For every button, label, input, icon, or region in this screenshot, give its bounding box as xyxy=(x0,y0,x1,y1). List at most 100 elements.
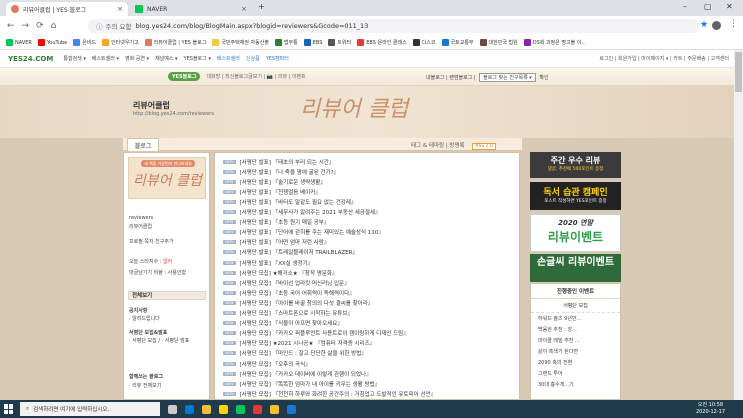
post-title[interactable]: [서평단 발표] 『XX실 생정기』 xyxy=(240,259,314,267)
event-item[interactable]: 2090 축의 전환 xyxy=(531,357,620,368)
post-title[interactable]: [서평단 발표] 『나 죽을 명애 굴된 건가?』 xyxy=(240,168,340,176)
post-title[interactable]: [서평단 발표] 『초등 원기 매일 공부』 xyxy=(240,218,330,226)
post-title[interactable]: [서평단 모집] ★2021 시나공★ 『컴퓨터 자격증 시리즈』 xyxy=(240,339,376,347)
nav-item[interactable]: 베스트셀러 xyxy=(217,55,240,62)
nav-item[interactable]: 신상품 xyxy=(246,55,260,62)
profile-actions[interactable]: 프로필 쪽지 친구추가 xyxy=(129,238,174,245)
post-title[interactable]: [서평단 모집] 『카카오 퍼플루언트 사용트로이 캠이링하게 디재인 드림』 xyxy=(240,329,409,337)
word-icon[interactable] xyxy=(287,404,296,414)
blog-title[interactable]: 리뷰어클럽 xyxy=(133,100,170,111)
back-icon[interactable]: ← xyxy=(7,21,15,31)
nav-item[interactable]: 베스트셀러 ▾ xyxy=(92,55,119,62)
post-title[interactable]: [서평단 모집] 『카카오 데이버에 이렇게 관행이 되었나』 xyxy=(240,370,372,378)
post-item[interactable]: NEW [서평단 모집] 『카카오 퍼플루언트 사용트로이 캠이링하게 디재인 드… xyxy=(223,329,409,338)
app-icon[interactable] xyxy=(236,404,245,414)
menu-icon[interactable]: ⋮ xyxy=(729,19,738,29)
post-item[interactable]: NEW [서평단 발표] 『XX실 생정기』 xyxy=(223,258,313,267)
post-title[interactable]: [서평단 모집] 『마인드 : 잘고 단단한 삶을 위한 방법』 xyxy=(240,349,367,357)
post-item[interactable]: NEW [서평단 모집] ★해거소★ 『창작 명문화』 xyxy=(223,268,337,277)
blog-links[interactable]: 대화방 | 최신블로그글보기 | 📷 | 리뷰 | 이벤트 xyxy=(206,73,305,80)
event-subheader[interactable]: 서평단 모집 xyxy=(531,299,620,313)
tab-reviewers-club[interactable]: 리뷰어클럽 | YES 블로그 × xyxy=(6,2,128,16)
close-tab-icon[interactable]: × xyxy=(117,5,123,13)
post-item[interactable]: NEW [서평단 모집] 『카카오 데이버에 이렇게 관행이 되었나』 xyxy=(223,369,372,378)
post-title[interactable]: [서평단 발표] 『어떤 엄마 저런 사람』 xyxy=(240,238,330,246)
tab-naver[interactable]: NAVER × xyxy=(130,2,252,16)
confirm-button[interactable]: 확인 xyxy=(539,75,548,81)
new-tab-button[interactable]: + xyxy=(258,2,265,11)
bookmark-item[interactable]: 리뷰어클럽 | YES 블로그 xyxy=(144,39,206,46)
bookmark-item[interactable]: DS회 과정은 명고볼 이... xyxy=(523,39,586,46)
clock[interactable]: 오전 10:58 2020-12-17 xyxy=(696,402,725,416)
post-title[interactable]: [서평단 모집] 『초등 국어 어휘력이 독해력이다』 xyxy=(240,289,355,297)
post-item[interactable]: NEW [서평단 발표] 『세무사가 알려주는 2021 부동산 세금절세』 xyxy=(223,208,381,217)
star-icon[interactable]: ★ xyxy=(700,20,708,30)
post-title[interactable]: [서평단 모집] 『천천히 하루와 화려한 공간주의 : 거침업고 도발적인 유… xyxy=(240,390,437,398)
rss-badge[interactable]: RSS 2.0 xyxy=(472,143,496,150)
bookmark-item[interactable]: 디스코 xyxy=(412,39,436,46)
edge-icon[interactable] xyxy=(185,404,194,414)
category-notice[interactable]: 공지사항 xyxy=(129,307,147,314)
yes24-logo[interactable]: YES24.COM xyxy=(8,55,53,63)
bookmark-item[interactable]: 법무통 xyxy=(274,39,298,46)
post-title[interactable]: [서평단 발표] 『세무사가 알려주는 2021 부동산 세금절세』 xyxy=(240,208,381,216)
post-item[interactable]: NEW [서평단 모집] 『천천히 하루와 화려한 공간주의 : 거침업고 도발적… xyxy=(223,389,436,398)
post-item[interactable]: NEW [서평단 발표] 『어떤 엄마 저런 사람』 xyxy=(223,238,329,247)
category-item[interactable]: · 알려드립니다 xyxy=(129,315,160,322)
post-item[interactable]: NEW [서평단 발표] 『트레일블레이저 TRAILBLAZER』 xyxy=(223,248,358,257)
nav-item[interactable]: 영화·공연 ▾ xyxy=(125,55,149,62)
bookmark-item[interactable]: 트위터 xyxy=(328,39,351,46)
post-item[interactable]: NEW [서평단 발표] 『초등 원기 매일 공부』 xyxy=(223,218,329,227)
nav-item[interactable]: YES캠퍼터 xyxy=(266,55,289,62)
avatar[interactable] xyxy=(712,21,721,30)
post-item[interactable]: NEW [서평단 모집] 『아이를 바꿀 창의의 다섯 결씨를 찾아라』 xyxy=(223,298,373,307)
post-item[interactable]: NEW [서평단 모집] 『똑똑한 엄마가 내 아이를 키우는 생활 방법』 xyxy=(223,379,380,388)
year-end-review-banner[interactable]: 2020 연말 리뷰이벤트 xyxy=(530,214,621,252)
post-title[interactable]: [서평단 발표] 『천쟁얼음 베이커』 xyxy=(240,188,321,196)
post-item[interactable]: NEW [서평단 발표] 『바터도 말같도 필요 없는 건강레』 xyxy=(223,197,356,206)
together-item[interactable]: · 리뷰 전체보기 xyxy=(129,382,161,389)
windows-start-icon[interactable] xyxy=(4,404,14,414)
bookmark-item[interactable]: YouTube xyxy=(37,39,67,46)
post-title[interactable]: [서평단 발표] 『술기로운 생략생활』 xyxy=(240,178,326,186)
category-review-group[interactable]: 서평단 모집&발표 xyxy=(129,329,167,336)
post-item[interactable]: NEW [서평단 모집] 『바이선 업라킷 머신러닝 입문』 xyxy=(223,278,350,287)
folder-icon[interactable] xyxy=(202,404,211,414)
bookmark-item[interactable]: 온비드 xyxy=(73,39,96,46)
post-title[interactable]: [서평단 발표] 『태초의 부러 되는 시간』 xyxy=(240,158,335,166)
event-item[interactable]: 하워드 슐츠 9년만... xyxy=(531,313,620,324)
post-title[interactable]: [서평단 모집] 『오후의 곡식』 xyxy=(240,360,311,368)
post-title[interactable]: [서평단 모집] 『바이선 업라킷 머신러닝 입문』 xyxy=(240,279,350,287)
post-title[interactable]: [서평단 모집] 『식물이 아프면 찾아오세요』 xyxy=(240,319,343,327)
bookmark-item[interactable]: 국민주택채권 자동산출 xyxy=(212,39,269,46)
page-scrollbar[interactable] xyxy=(734,50,743,400)
post-item[interactable]: NEW [서평단 발표] 『나 죽을 명애 굴된 건가?』 xyxy=(223,167,339,176)
post-item[interactable]: NEW [서평단 모집] 『스마트폰으로 시작하는 유튜브』 xyxy=(223,309,353,318)
minimize-icon[interactable]: – xyxy=(683,2,687,11)
bookmark-item[interactable]: 국토교통부 xyxy=(441,39,474,46)
bookmark-item[interactable]: 인터넷우기고 xyxy=(102,39,139,46)
tab-blog[interactable]: 블로그 xyxy=(127,138,159,151)
event-item[interactable]: 마이클 레빌 추천 ... xyxy=(531,335,620,346)
post-item[interactable]: NEW [서평단 모집] 『오후의 곡식』 xyxy=(223,359,311,368)
taskbar-search[interactable]: ⌕ 검색하려면 여기에 입력하십시오. xyxy=(20,402,160,416)
post-item[interactable]: NEW [서평단 발표] 『단어에 갇히를 주는 재미있는 예술상식 110』 xyxy=(223,228,384,237)
weekly-review-banner[interactable]: 주간 우수 리뷰 댓글, 추천에 500포인트 증정 xyxy=(530,152,621,178)
reading-campaign-banner[interactable]: 독서 습관 캠페인 포스트 작성하면 YES포인트 증정 xyxy=(530,182,621,210)
scroll-thumb[interactable] xyxy=(735,52,742,92)
post-item[interactable]: NEW [서평단 발표] 『술기로운 생략생활』 xyxy=(223,177,326,186)
post-item[interactable]: NEW [서평단 모집] 『초등 국어 어휘력이 독해력이다』 xyxy=(223,288,355,297)
event-item[interactable]: 30대 흉수게...기 xyxy=(531,379,620,390)
post-item[interactable]: NEW [서평단 발표] 『천쟁얼음 베이커』 xyxy=(223,187,321,196)
kakao-icon[interactable] xyxy=(219,404,228,414)
post-item[interactable]: NEW [서평단 발표] 『태초의 부러 되는 시간』 xyxy=(223,157,334,166)
friend-select[interactable]: 블로그 찾는 친구목록 ▾ xyxy=(479,73,536,82)
yes-blog-badge[interactable]: YES블로그 xyxy=(168,72,201,81)
post-item[interactable]: NEW [서평단 모집] ★2021 시나공★ 『컴퓨터 자격증 시리즈』 xyxy=(223,339,375,348)
chrome-icon[interactable] xyxy=(253,404,262,414)
category-item[interactable]: · 서평단 모집 / · 서평단 발표 xyxy=(129,337,189,344)
category-header[interactable]: 전체보기 xyxy=(128,291,206,300)
task-view-icon[interactable] xyxy=(168,404,177,414)
event-item[interactable]: 그랜드 투어 xyxy=(531,368,620,379)
home-icon[interactable]: ⌂ xyxy=(51,21,57,31)
